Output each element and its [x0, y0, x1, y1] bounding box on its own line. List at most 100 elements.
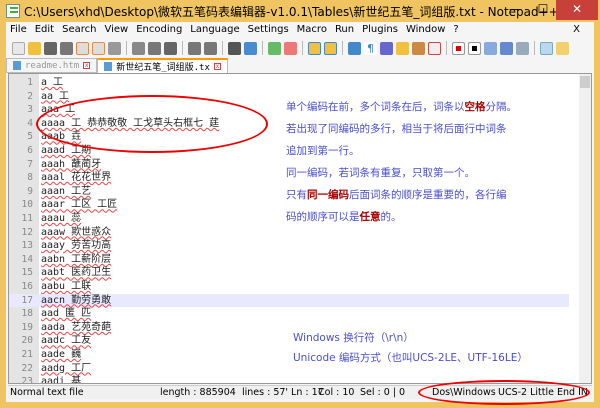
tab-readme[interactable]: readme.htm x: [6, 58, 98, 73]
line-text: aaan 工艺: [41, 185, 92, 197]
menu-edit[interactable]: Edit: [35, 24, 54, 35]
code-line[interactable]: 17 aacn 勤劳勇敢: [9, 293, 569, 308]
line-number: 22: [21, 362, 33, 374]
close-icon[interactable]: [76, 41, 89, 55]
separator: [342, 41, 343, 55]
code-line[interactable]: 16 aabu 工联: [9, 280, 569, 294]
line-number: 6: [27, 145, 33, 156]
line-text: aaau 蕊: [41, 213, 82, 224]
annotation-ellipse-status: [418, 380, 590, 405]
line-number: 13: [21, 240, 33, 252]
line-number: 4: [27, 117, 33, 129]
tab-close-icon[interactable]: x: [83, 62, 91, 69]
show-all-chars-icon[interactable]: ¶: [364, 41, 377, 55]
line-number: 10: [21, 199, 33, 211]
redo-icon[interactable]: [204, 41, 217, 55]
save-macro-icon[interactable]: [516, 41, 529, 55]
vertical-scrollbar[interactable]: [579, 74, 591, 383]
close-button[interactable]: ✕: [556, 0, 598, 20]
line-text: aada 艺苑奇葩: [41, 321, 112, 333]
find-icon[interactable]: [228, 41, 241, 55]
replace-icon[interactable]: [244, 41, 257, 55]
print-icon[interactable]: [108, 41, 121, 55]
code-line[interactable]: 15 aabt 医药卫生: [9, 266, 569, 280]
playback-icon[interactable]: [484, 41, 497, 55]
note-encoding: Unicode 编码方式（也叫UCS-2LE、UTF-16LE）: [293, 352, 528, 364]
line-number: 21: [21, 349, 33, 360]
menu-view[interactable]: View: [104, 24, 128, 35]
note-line-5: 只有同一编码后面词条的顺序是重要的，各行编: [286, 189, 507, 201]
maximize-button[interactable]: ☐: [530, 0, 556, 20]
line-number: 16: [21, 281, 33, 292]
spell-check-icon[interactable]: [540, 41, 553, 55]
code-line[interactable]: 19 aada 艺苑奇葩: [9, 321, 569, 335]
record-macro-icon[interactable]: [452, 41, 465, 55]
window-title: C:\Users\xhd\Desktop\微软五笔码表编辑器-v1.0.1\Ta…: [24, 4, 559, 19]
stop-recording-icon[interactable]: [468, 41, 481, 55]
minimize-button[interactable]: —: [502, 0, 528, 20]
sync-horizontal-icon[interactable]: [324, 41, 337, 55]
line-text: aaal 花花世界: [41, 172, 112, 184]
status-length: length : 885904: [160, 387, 236, 398]
menu-macro[interactable]: Macro: [297, 24, 327, 35]
menu-settings[interactable]: Settings: [248, 24, 289, 35]
indent-guide-icon[interactable]: [380, 41, 393, 55]
save-icon[interactable]: [44, 41, 57, 55]
line-number: 12: [21, 226, 33, 238]
tab-bar: readme.htm x 新世纪五笔_词组版.tx x: [6, 58, 228, 73]
line-number: 19: [21, 321, 33, 333]
code-line[interactable]: 13 aaay 劳苦功高: [9, 239, 569, 253]
line-number: 14: [21, 253, 33, 265]
code-line[interactable]: 1 a 工: [9, 76, 569, 90]
code-line[interactable]: 20 aadc 工友: [9, 334, 569, 348]
code-line[interactable]: 12 aaaw 欺世惑众: [9, 226, 569, 240]
line-text: aaah 蘸蔺牙: [41, 158, 102, 170]
line-text: aadi 基: [41, 376, 82, 384]
copy-icon[interactable]: [148, 41, 161, 55]
menu-help[interactable]: ?: [453, 24, 458, 35]
menu-search[interactable]: Search: [62, 24, 96, 35]
note-line-ending: Windows 换行符（\r\n）: [293, 332, 414, 344]
line-text: aad 匿 匹: [41, 308, 92, 320]
line-number: 23: [21, 376, 33, 384]
menu-window[interactable]: Window: [406, 24, 445, 35]
tab-close-icon[interactable]: x: [213, 63, 221, 70]
menu-run[interactable]: Run: [335, 24, 354, 35]
folder-as-workspace-icon[interactable]: [396, 41, 409, 55]
zoom-out-icon[interactable]: [284, 41, 297, 55]
line-number: 8: [27, 172, 33, 184]
separator: [534, 41, 535, 55]
tab-current-file[interactable]: 新世纪五笔_词组版.tx x: [97, 58, 228, 73]
scrollbar-thumb[interactable]: [580, 76, 590, 88]
status-lines: lines : 57' Ln : 17: [242, 387, 324, 398]
menu-plugins[interactable]: Plugins: [362, 24, 398, 35]
close-document-button[interactable]: X: [573, 24, 580, 35]
cut-icon[interactable]: [132, 41, 145, 55]
menu-language[interactable]: Language: [190, 24, 239, 35]
code-line[interactable]: 14 aabn 工薪阶层: [9, 253, 569, 267]
close-all-icon[interactable]: [92, 41, 105, 55]
undo-icon[interactable]: [188, 41, 201, 55]
line-number: 2: [27, 90, 33, 102]
run-multiple-icon[interactable]: [500, 41, 513, 55]
line-text: aaar 工区 工匠: [41, 199, 118, 211]
function-list-icon[interactable]: [428, 41, 441, 55]
save-all-icon[interactable]: [60, 41, 73, 55]
sync-vertical-icon[interactable]: [308, 41, 321, 55]
code-line[interactable]: 18 aad 匿 匹: [9, 307, 569, 321]
new-file-icon[interactable]: [12, 41, 25, 55]
status-file-type: Normal text file: [10, 387, 84, 398]
open-file-icon[interactable]: [28, 41, 41, 55]
paste-icon[interactable]: [164, 41, 177, 55]
menu-encoding[interactable]: Encoding: [136, 24, 182, 35]
line-number: 9: [27, 185, 33, 197]
plugin-icon[interactable]: [556, 41, 569, 55]
document-map-icon[interactable]: [412, 41, 425, 55]
line-text: aadg 工厂: [41, 362, 92, 374]
line-text: aaaw 欺世惑众: [41, 226, 112, 238]
zoom-in-icon[interactable]: [268, 41, 281, 55]
menu-file[interactable]: File: [10, 24, 27, 35]
separator: [182, 41, 183, 55]
word-wrap-icon[interactable]: [348, 41, 361, 55]
line-number: 17: [21, 294, 33, 306]
